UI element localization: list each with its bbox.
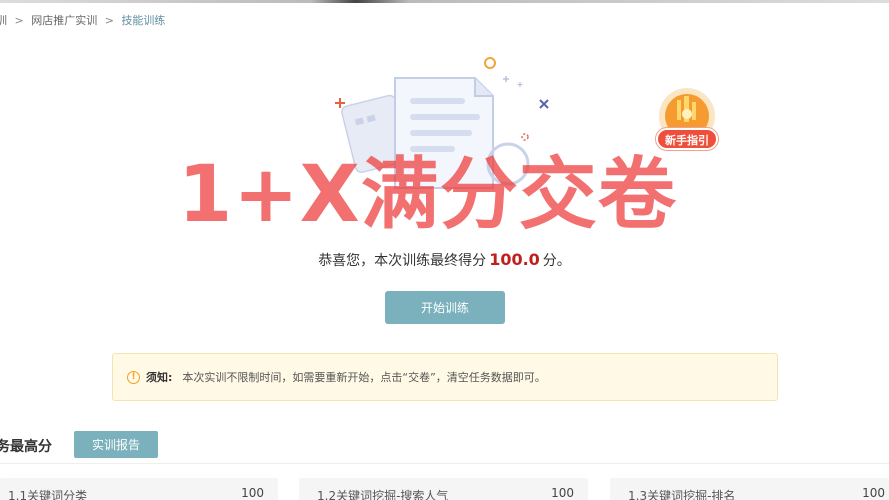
task-card[interactable]: 1.1关键词分类 100: [0, 478, 278, 500]
sparkle-icon: [503, 76, 523, 87]
circle-icon: [484, 57, 496, 69]
top-edge-shadow: [0, 0, 889, 3]
breadcrumb: 训 > 网店推广实训 > 技能训练: [0, 12, 169, 28]
breadcrumb-item-skill-training: 技能训练: [121, 14, 166, 27]
watermark-overlay: 1+X满分交卷: [178, 150, 677, 240]
breadcrumb-separator: >: [104, 14, 114, 27]
top-edge: [0, 0, 889, 3]
notice-title: 须知:: [146, 371, 173, 384]
breadcrumb-separator: >: [14, 14, 24, 27]
task-score: 100: [551, 486, 574, 500]
section-title: 务最高分: [0, 439, 52, 455]
result-prefix: 恭喜您，本次训练最终得分: [318, 253, 487, 269]
task-name: 1.1关键词分类: [8, 489, 88, 500]
task-score: 100: [241, 486, 264, 500]
start-training-button[interactable]: 开始训练: [385, 291, 505, 324]
task-name: 1.2关键词挖掘-搜索人气: [317, 489, 449, 500]
result-message: 恭喜您，本次训练最终得分 100.0 分。: [0, 250, 889, 270]
plus-icon: [335, 98, 345, 108]
breadcrumb-item-training[interactable]: 训: [0, 14, 7, 27]
training-report-button[interactable]: 实训报告: [74, 431, 158, 458]
result-suffix: 分。: [542, 253, 571, 269]
final-score: 100.0: [489, 250, 540, 269]
task-card[interactable]: 1.2关键词挖掘-搜索人气 100: [299, 478, 588, 500]
section-divider: [0, 463, 889, 464]
task-name: 1.3关键词挖掘-排名: [628, 489, 736, 500]
task-score: 100: [862, 486, 885, 500]
breadcrumb-item-shop-promotion[interactable]: 网店推广实训: [31, 14, 97, 27]
cross-icon: [539, 99, 549, 109]
warning-icon: !: [127, 370, 140, 384]
notice-banner: ! 须知: 本次实训不限制时间，如需要重新开始，点击“交卷”，清空任务数据即可。: [112, 353, 778, 401]
notice-text: 本次实训不限制时间，如需要重新开始，点击“交卷”，清空任务数据即可。: [182, 371, 546, 384]
task-card[interactable]: 1.3关键词挖掘-排名 100: [610, 478, 889, 500]
